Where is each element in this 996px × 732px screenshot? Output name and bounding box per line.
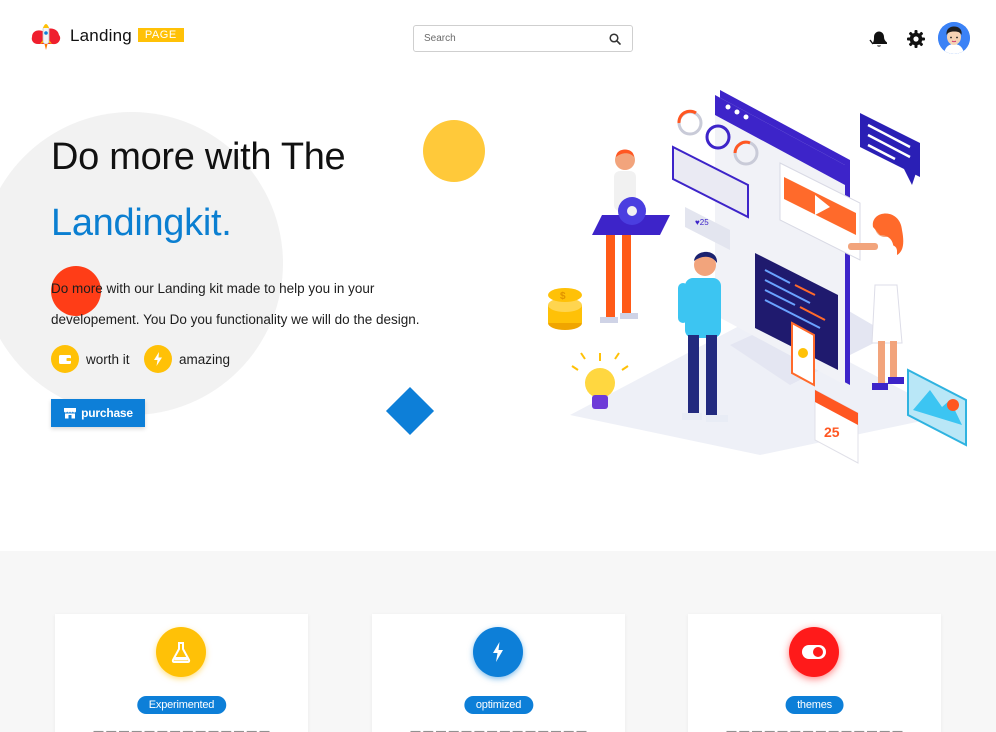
- top-header: Landing PAGE: [0, 0, 996, 76]
- card-label: optimized: [463, 696, 534, 714]
- feature-label: amazing: [179, 351, 231, 367]
- rocket-logo-icon: [28, 18, 64, 54]
- svg-text:$: $: [560, 291, 566, 302]
- purchase-button[interactable]: purchase: [51, 399, 145, 427]
- store-icon: [63, 407, 77, 419]
- search-icon[interactable]: [608, 32, 622, 46]
- feature-card-themes[interactable]: themes — — — — — — — — — — — — — —: [688, 614, 941, 732]
- feature-amazing: amazing: [144, 345, 230, 373]
- flask-icon: [156, 627, 206, 677]
- hero-title: Do more with The: [51, 136, 346, 178]
- hero-title-accent: Landingkit.: [51, 202, 232, 244]
- gear-icon[interactable]: [905, 28, 927, 50]
- feature-worth-it: worth it: [51, 345, 130, 373]
- hero-illustration: ♥25 $ 25: [530, 85, 970, 465]
- search-box: [413, 25, 633, 52]
- lightning-icon: [144, 345, 172, 373]
- user-avatar[interactable]: [938, 22, 970, 54]
- brand[interactable]: Landing PAGE: [28, 18, 184, 54]
- notification-bell-icon[interactable]: [868, 28, 890, 50]
- search-input[interactable]: [414, 26, 594, 51]
- card-text-overflow: — — — — — — — — — — — — — —: [93, 726, 270, 732]
- feature-card-optimized[interactable]: optimized — — — — — — — — — — — — — —: [372, 614, 625, 732]
- card-label: themes: [785, 696, 844, 714]
- brand-name: Landing: [70, 26, 132, 45]
- feature-label: worth it: [86, 351, 130, 367]
- lightning-icon: [473, 627, 523, 677]
- wallet-icon: [51, 345, 79, 373]
- features-section: Experimented — — — — — — — — — — — — — —…: [0, 551, 996, 732]
- brand-badge: PAGE: [137, 28, 184, 42]
- toggle-icon: [789, 627, 839, 677]
- card-label: Experimented: [136, 696, 227, 714]
- card-text-overflow: — — — — — — — — — — — — — —: [726, 726, 903, 732]
- decorative-yellow-circle: [423, 120, 485, 182]
- svg-text:♥25: ♥25: [695, 218, 709, 227]
- hero-description: Do more with our Landing kit made to hel…: [51, 281, 420, 327]
- decorative-blue-diamond: [385, 386, 435, 436]
- svg-text:25: 25: [824, 424, 840, 440]
- card-text-overflow: — — — — — — — — — — — — — —: [410, 726, 587, 732]
- feature-card-experimented[interactable]: Experimented — — — — — — — — — — — — — —: [55, 614, 308, 732]
- purchase-label: purchase: [81, 406, 133, 420]
